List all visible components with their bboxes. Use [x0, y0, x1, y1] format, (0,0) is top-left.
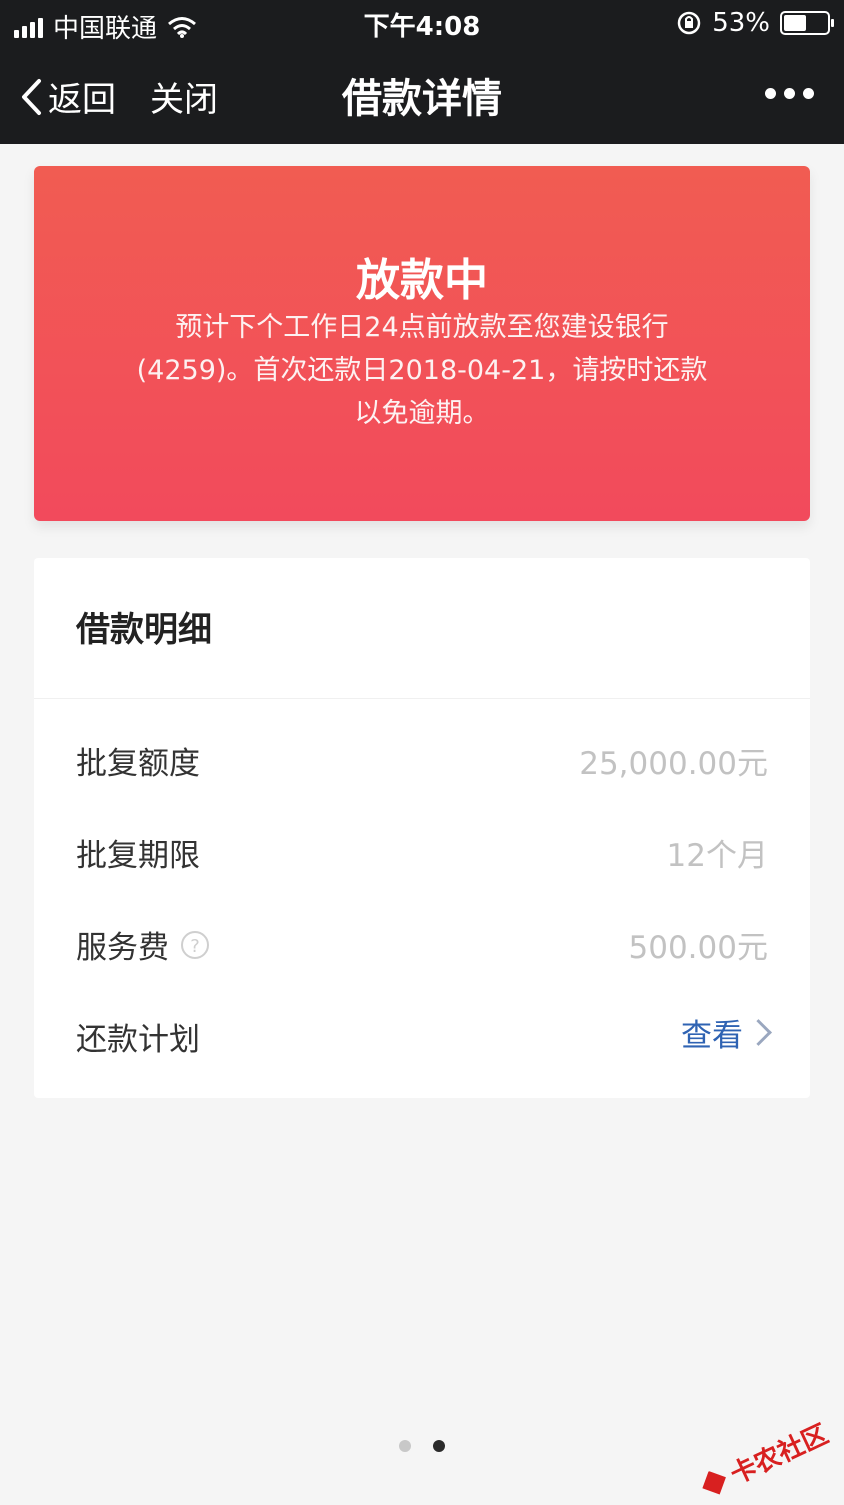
row-label: 还款计划 — [76, 1022, 200, 1058]
loan-detail-card: 借款明细 批复额度 25,000.00元 批复期限 12个月 服务费 ? 500… — [34, 558, 810, 1098]
banner-description: 预计下个工作日24点前放款至您建设银行(4259)。首次还款日2018-04-2… — [136, 312, 708, 429]
watermark-logo-icon — [697, 1465, 732, 1500]
card-header: 借款明细 — [34, 558, 810, 699]
row-label: 批复期限 — [76, 838, 200, 874]
more-dot-icon — [784, 88, 795, 99]
watermark: 卡农社区 — [695, 1414, 834, 1505]
row-value: 500.00元 — [628, 930, 768, 966]
row-repayment-plan[interactable]: 还款计划 查看 — [34, 990, 810, 1082]
banner-title: 放款中 — [356, 255, 488, 306]
row-label: 批复额度 — [76, 746, 200, 782]
more-options-button[interactable] — [765, 88, 814, 99]
watermark-text: 卡农社区 — [726, 1419, 834, 1491]
row-label: 服务费 — [76, 930, 169, 966]
status-banner: 放款中 预计下个工作日24点前放款至您建设银行(4259)。首次还款日2018-… — [34, 166, 810, 521]
status-right: 53% — [676, 8, 834, 38]
status-bar: 中国联通 下午4:08 53% — [0, 0, 844, 48]
link-label: 查看 — [681, 1018, 743, 1054]
battery-nub — [831, 19, 834, 27]
page-dot[interactable] — [399, 1440, 411, 1452]
more-dot-icon — [803, 88, 814, 99]
battery-fill — [784, 15, 806, 31]
row-approved-term: 批复期限 12个月 — [34, 806, 810, 898]
page-indicator — [0, 1440, 844, 1452]
help-icon[interactable]: ? — [181, 930, 209, 959]
row-approved-amount: 批复额度 25,000.00元 — [34, 714, 810, 806]
battery-percent: 53% — [712, 8, 770, 38]
rotation-lock-icon — [677, 11, 701, 35]
row-service-fee: 服务费 ? 500.00元 — [34, 898, 810, 990]
row-label-wrap: 服务费 ? — [76, 922, 209, 967]
more-dot-icon — [765, 88, 776, 99]
card-title: 借款明细 — [76, 610, 212, 650]
chevron-right-icon — [745, 1019, 772, 1046]
nav-bar: 返回 关闭 借款详情 — [0, 48, 844, 144]
page-dot-active[interactable] — [433, 1440, 445, 1452]
view-repayment-plan-link[interactable]: 查看 — [681, 1010, 772, 1055]
page-title: 借款详情 — [342, 76, 502, 122]
battery-icon — [780, 11, 834, 35]
row-value: 12个月 — [666, 838, 768, 874]
row-value: 25,000.00元 — [579, 746, 768, 782]
